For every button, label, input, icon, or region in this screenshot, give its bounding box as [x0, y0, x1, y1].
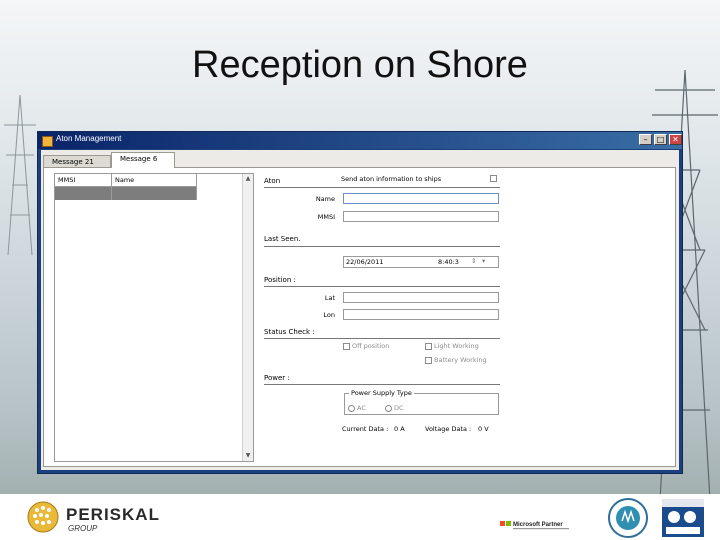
- date-value: 22/06/2011: [346, 258, 384, 266]
- aton-grid[interactable]: MMSI Name ▲ ▼: [54, 173, 254, 462]
- battery-working-label: Battery Working: [434, 356, 487, 364]
- send-aton-checkbox[interactable]: [490, 175, 497, 182]
- lat-label: Lat: [324, 294, 335, 302]
- section-divider: [264, 384, 500, 385]
- column-header-name[interactable]: Name: [112, 174, 197, 187]
- window-titlebar[interactable]: Aton Management – □ ✕: [38, 132, 682, 149]
- aton-management-window: Aton Management – □ ✕ Message 21 Message…: [37, 131, 683, 474]
- window-client-area: Message 21 Message 6 MMSI Name ▲ ▼ Aton: [41, 150, 679, 470]
- current-data-value: 0 A: [394, 425, 405, 433]
- table-row[interactable]: [55, 187, 243, 200]
- section-divider: [264, 286, 500, 287]
- dc-radio[interactable]: [385, 405, 392, 412]
- maximize-button[interactable]: □: [654, 134, 667, 145]
- last-seen-datetime-picker[interactable]: 22/06/2011 8:40:3 ⇕ ▾: [343, 256, 499, 268]
- section-divider: [264, 338, 500, 339]
- ac-label: AC: [357, 404, 366, 412]
- voltage-data-label: Voltage Data :: [425, 425, 472, 433]
- mmsi-field[interactable]: [343, 211, 499, 222]
- minimize-button[interactable]: –: [639, 134, 652, 145]
- grid-scrollbar[interactable]: ▲ ▼: [242, 174, 253, 461]
- lon-label: Lon: [323, 311, 335, 319]
- last-seen-label: Last Seen.: [264, 235, 301, 243]
- section-divider: [264, 246, 500, 247]
- app-icon: [42, 136, 53, 147]
- certification-seal-icon: [608, 498, 648, 538]
- close-button[interactable]: ✕: [669, 134, 682, 145]
- periskal-brand: PERISKAL: [66, 505, 160, 524]
- column-header-mmsi[interactable]: MMSI: [55, 174, 112, 187]
- slide-title: Reception on Shore: [192, 44, 528, 86]
- tab-message-6[interactable]: Message 6: [111, 152, 175, 168]
- table-cell: [55, 187, 112, 200]
- mmsi-label: MMSI: [317, 213, 335, 221]
- tab-panel: MMSI Name ▲ ▼ Aton Send aton information…: [43, 167, 676, 467]
- light-working-checkbox[interactable]: [425, 343, 432, 350]
- name-field[interactable]: [343, 193, 499, 204]
- date-spin-icon[interactable]: ⇕: [471, 256, 476, 267]
- calendar-dropdown-icon[interactable]: ▾: [482, 256, 485, 267]
- status-check-label: Status Check :: [264, 328, 315, 336]
- send-aton-label: Send aton information to ships: [341, 175, 442, 183]
- power-supply-type-group: Power Supply Type AC DC: [344, 389, 499, 415]
- ac-radio[interactable]: [348, 405, 355, 412]
- svg-text:Microsoft Partner: Microsoft Partner: [513, 522, 563, 528]
- section-divider: [264, 187, 500, 188]
- current-data-label: Current Data :: [342, 425, 389, 433]
- lat-field[interactable]: [343, 292, 499, 303]
- position-label: Position :: [264, 276, 296, 284]
- light-working-label: Light Working: [434, 342, 479, 350]
- dc-label: DC: [394, 404, 404, 412]
- voltage-data-value: 0 V: [478, 425, 489, 433]
- window-title: Aton Management: [56, 134, 122, 143]
- grid-header: MMSI Name: [55, 174, 243, 187]
- power-pylon-icon: [4, 95, 36, 255]
- periskal-brand-sub: GROUP: [68, 524, 98, 533]
- time-value: 8:40:3: [438, 258, 459, 266]
- power-label: Power :: [264, 374, 290, 382]
- periskal-logo-icon: [27, 501, 59, 533]
- name-label: Name: [315, 195, 335, 203]
- table-cell: [112, 187, 197, 200]
- aton-section-label: Aton: [264, 177, 281, 185]
- power-supply-type-label: Power Supply Type: [349, 389, 414, 397]
- scroll-down-icon[interactable]: ▼: [243, 451, 253, 461]
- lon-field[interactable]: [343, 309, 499, 320]
- scroll-up-icon[interactable]: ▲: [243, 174, 253, 184]
- battery-working-checkbox[interactable]: [425, 357, 432, 364]
- dnv-certification-icon: [662, 499, 704, 537]
- microsoft-partner-logo-icon: Microsoft Partner: [500, 521, 569, 530]
- off-position-label: Off position: [352, 342, 390, 350]
- off-position-checkbox[interactable]: [343, 343, 350, 350]
